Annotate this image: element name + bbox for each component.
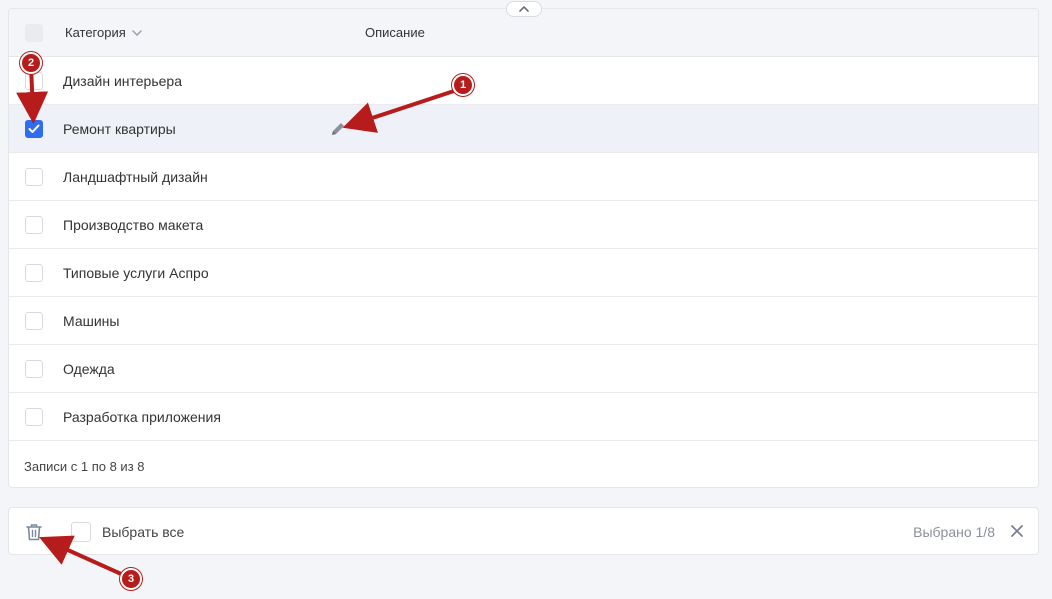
pencil-icon[interactable] [329,120,347,138]
row-label: Ландшафтный дизайн [63,169,208,185]
table-row[interactable]: Одежда [9,345,1038,393]
close-icon[interactable] [1010,524,1024,538]
select-all-checkbox[interactable] [71,522,91,542]
column-category-label: Категория [65,25,126,40]
checkmark-icon [28,124,40,133]
categories-table: Категория Описание Дизайн интерьера Ремо… [8,8,1039,488]
pagination-info: Записи с 1 по 8 из 8 [24,459,145,474]
table-row[interactable]: Производство макета [9,201,1038,249]
column-category-header[interactable]: Категория [65,25,142,40]
table-row[interactable]: Типовые услуги Аспро [9,249,1038,297]
trash-icon[interactable] [25,522,43,542]
row-label: Разработка приложения [63,409,221,425]
annotation-badge-1: 1 [452,74,474,96]
row-checkbox[interactable] [25,408,43,426]
row-checkbox[interactable] [25,216,43,234]
bulk-actions-bar: Выбрать все Выбрано 1/8 [8,507,1039,555]
annotation-badge-2: 2 [20,52,42,74]
chevron-down-icon [132,29,142,36]
row-checkbox[interactable] [25,312,43,330]
table-row[interactable]: Дизайн интерьера [9,57,1038,105]
selected-count: Выбрано 1/8 [913,524,995,540]
row-checkbox[interactable] [25,120,43,138]
column-description-header: Описание [365,25,425,40]
row-label: Одежда [63,361,115,377]
table-row[interactable]: Машины [9,297,1038,345]
row-label: Ремонт квартиры [63,121,176,137]
row-label: Дизайн интерьера [63,73,182,89]
collapse-button[interactable] [506,1,542,17]
row-checkbox[interactable] [25,72,43,90]
table-row[interactable]: Разработка приложения [9,393,1038,441]
row-checkbox[interactable] [25,264,43,282]
select-all-label[interactable]: Выбрать все [102,524,184,540]
row-label: Типовые услуги Аспро [63,265,209,281]
header-checkbox[interactable] [25,24,43,42]
row-checkbox[interactable] [25,168,43,186]
row-checkbox[interactable] [25,360,43,378]
table-row[interactable]: Ремонт квартиры [9,105,1038,153]
row-label: Машины [63,313,120,329]
chevron-up-icon [519,6,529,12]
table-row[interactable]: Ландшафтный дизайн [9,153,1038,201]
annotation-badge-3: 3 [120,568,142,590]
row-label: Производство макета [63,217,204,233]
